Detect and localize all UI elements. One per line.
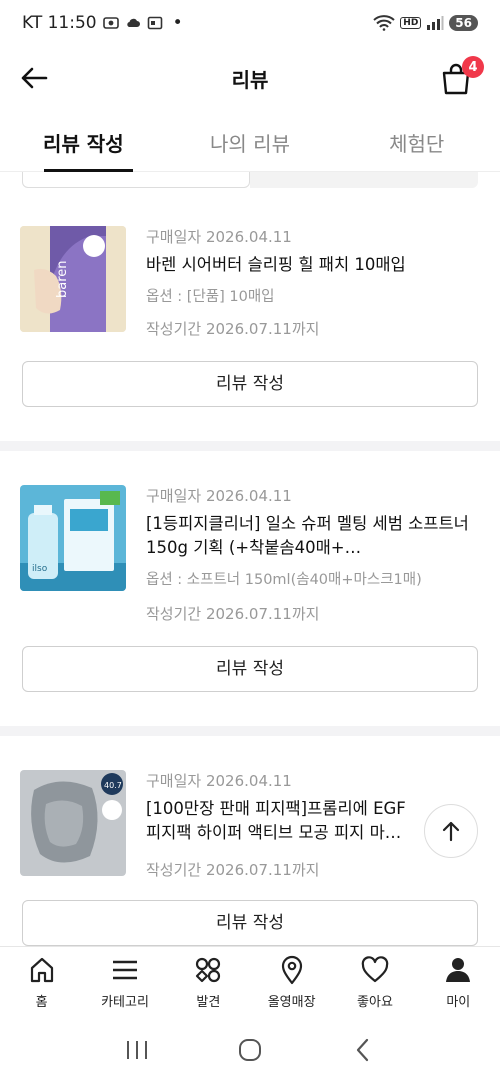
nav-label: 올영매장 (267, 995, 316, 1010)
purchase-date: 구매일자 2026.04.11 (146, 228, 292, 246)
signal-icon (427, 16, 444, 30)
person-icon (446, 958, 471, 982)
home-icon (30, 957, 53, 983)
recent-apps-icon (126, 1040, 147, 1059)
system-navigation-bar (0, 1016, 500, 1083)
recent-apps-button[interactable] (120, 1033, 154, 1067)
chevron-left-icon (357, 1038, 369, 1061)
status-time: KT 11:50 (22, 13, 97, 33)
nav-label: 마이 (446, 995, 471, 1010)
nav-label: 홈 (35, 995, 48, 1010)
product-image-baren: baren (20, 226, 126, 332)
home-system-button[interactable] (233, 1033, 267, 1067)
product-thumbnail[interactable]: 40.7 (20, 770, 126, 876)
tab-write-review[interactable]: 리뷰 작성 (0, 116, 167, 172)
product-option: 옵션 : 소프트너 150ml(솜40매+마스크1매) (146, 572, 422, 588)
cloud-icon (126, 18, 140, 27)
cart-button[interactable]: 4 (440, 56, 484, 96)
nav-store[interactable]: 올영매장 (250, 947, 333, 1016)
list-item: ilso 구매일자 2026.04.11 [1등피지클리너] 일소 슈퍼 멜팅 … (0, 451, 500, 736)
segment-right[interactable] (250, 172, 478, 188)
arrow-up-icon (442, 821, 460, 842)
nav-my[interactable]: 마이 (417, 947, 500, 1016)
purchase-date: 구매일자 2026.04.11 (146, 487, 292, 505)
product-name[interactable]: 바렌 시어버터 슬리핑 힐 패치 10매입 (146, 253, 478, 277)
write-review-button[interactable]: 리뷰 작성 (22, 646, 478, 692)
review-list: baren 구매일자 2026.04.11 바렌 시어버터 슬리핑 힐 패치 1… (0, 192, 500, 980)
purchase-date: 구매일자 2026.04.11 (146, 772, 292, 790)
battery-indicator: 56 (449, 15, 478, 31)
list-item: baren 구매일자 2026.04.11 바렌 시어버터 슬리핑 힐 패치 1… (0, 192, 500, 451)
heart-icon (361, 956, 389, 983)
write-review-button[interactable]: 리뷰 작성 (22, 900, 478, 946)
location-pin-icon (281, 955, 302, 985)
review-tabs: 리뷰 작성 나의 리뷰 체험단 (0, 116, 500, 172)
bottom-navigation: 홈 카테고리 발견 올영매장 좋아요 마이 (0, 946, 500, 1016)
hd-badge: HD (400, 17, 422, 29)
screenshot-icon (102, 17, 119, 29)
nav-discover[interactable]: 발견 (167, 947, 250, 1016)
product-thumbnail[interactable]: baren (20, 226, 126, 332)
product-thumbnail[interactable]: ilso (20, 485, 126, 591)
review-deadline: 작성기간 2026.07.11까지 (146, 861, 320, 879)
tab-experience-group[interactable]: 체험단 (333, 116, 500, 171)
svg-text:baren: baren (55, 260, 70, 298)
cart-count-badge: 4 (462, 56, 484, 78)
nav-category[interactable]: 카테고리 (83, 947, 166, 1016)
scroll-to-top-button[interactable] (424, 804, 478, 858)
product-image-egf-pack: 40.7 (20, 770, 126, 876)
page-title: 리뷰 (231, 68, 269, 92)
system-back-button[interactable] (346, 1033, 380, 1067)
nav-likes[interactable]: 좋아요 (333, 947, 416, 1016)
segment-control-remnant (0, 172, 500, 192)
review-deadline: 작성기간 2026.07.11까지 (146, 605, 320, 623)
status-bar: KT 11:50 • HD 56 (0, 0, 500, 46)
product-option: 옵션 : [단품] 10매입 (146, 289, 275, 305)
menu-icon (112, 960, 137, 980)
nav-label: 발견 (196, 995, 221, 1010)
product-name[interactable]: [1등피지클리너] 일소 슈퍼 멜팅 세범 소프트너 150g 기획 (+착붙솜… (146, 512, 478, 560)
wifi-icon (373, 15, 395, 31)
nav-home[interactable]: 홈 (0, 947, 83, 1016)
status-dot: • (172, 13, 183, 33)
product-image-ilso: ilso (20, 485, 126, 591)
svg-text:40.7: 40.7 (104, 781, 122, 790)
tab-my-reviews[interactable]: 나의 리뷰 (167, 116, 334, 171)
nav-label: 좋아요 (357, 995, 393, 1010)
segment-left[interactable] (22, 172, 250, 188)
nav-label: 카테고리 (101, 995, 149, 1010)
discover-icon (196, 957, 221, 983)
svg-text:ilso: ilso (32, 564, 48, 574)
home-circle-icon (238, 1038, 261, 1061)
write-review-button[interactable]: 리뷰 작성 (22, 361, 478, 407)
review-deadline: 작성기간 2026.07.11까지 (146, 320, 320, 338)
app-header: 리뷰 4 (0, 46, 500, 110)
calendar-icon (147, 16, 162, 30)
